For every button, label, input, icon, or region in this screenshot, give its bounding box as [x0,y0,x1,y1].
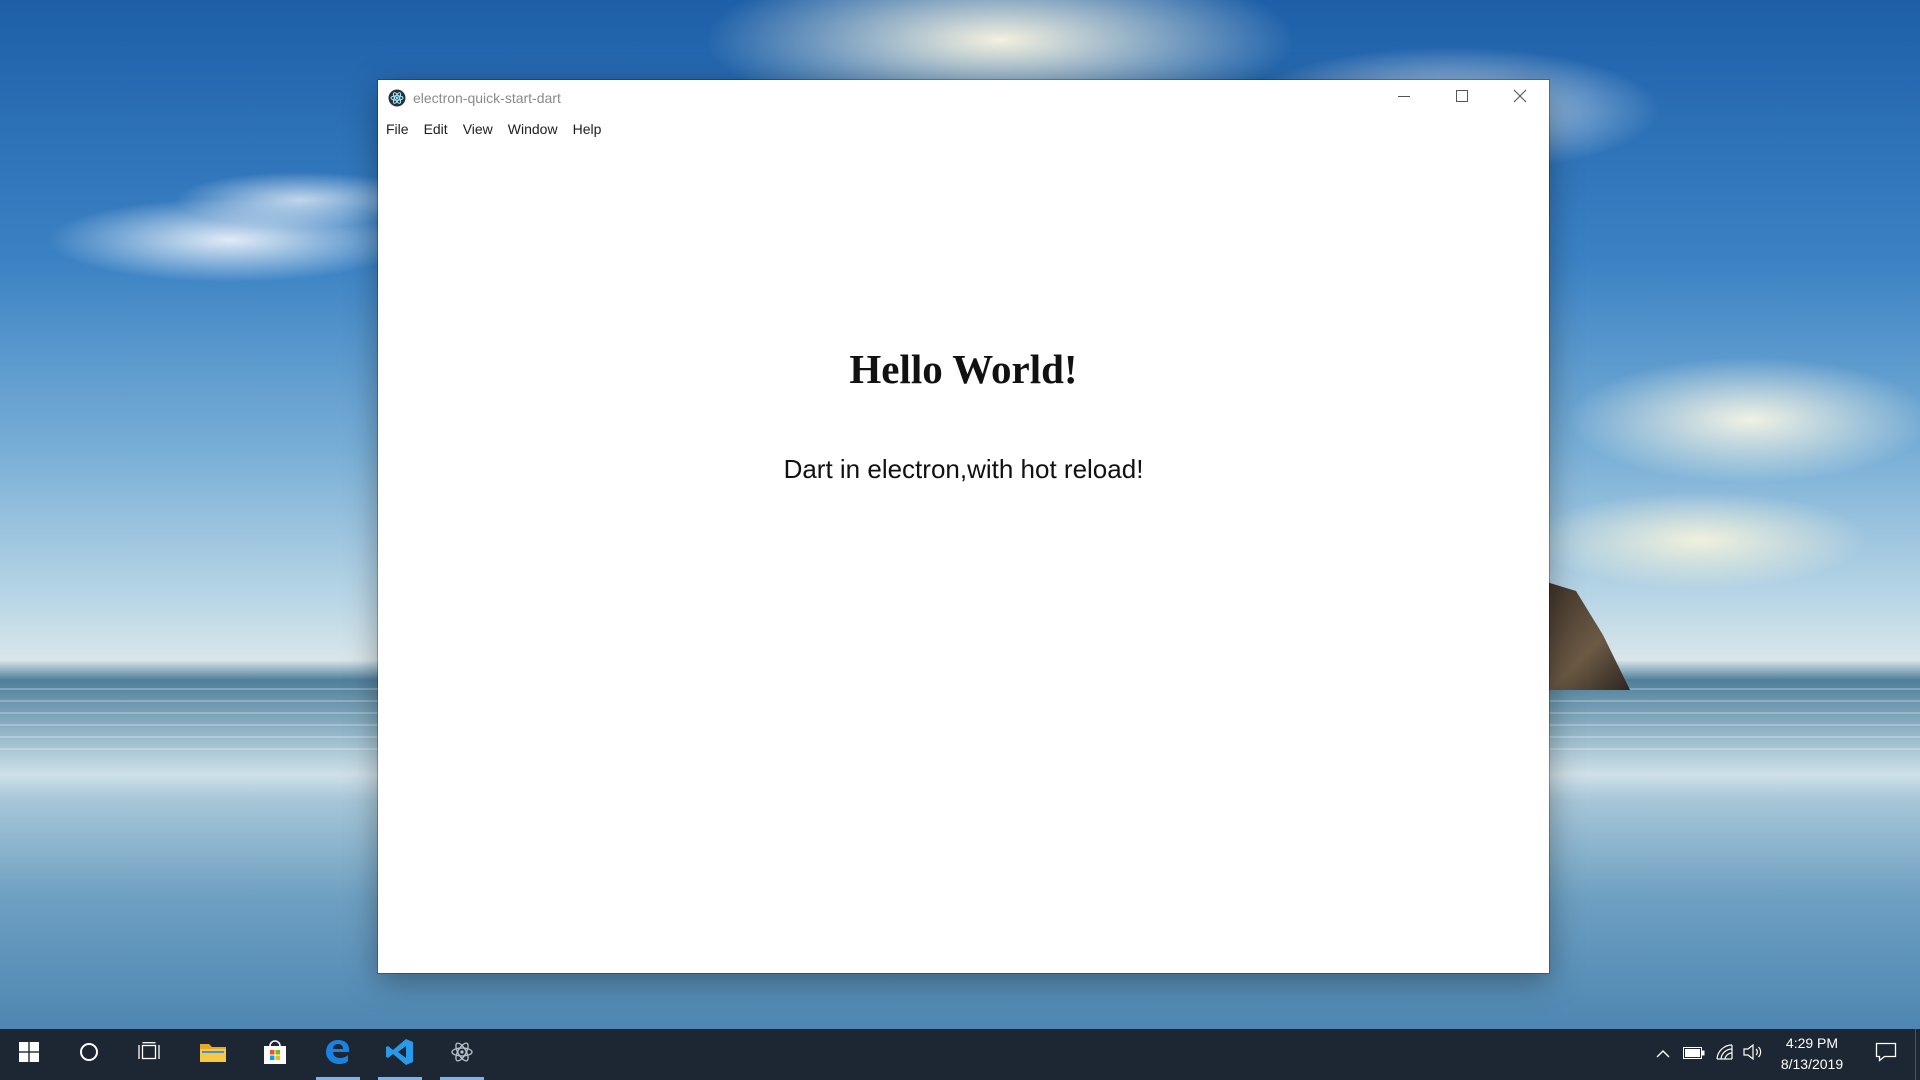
store-bag-icon [262,1039,288,1070]
chevron-up-icon [1656,1046,1670,1064]
page-content: Hello World! Dart in electron,with hot r… [378,142,1549,973]
battery-icon [1683,1046,1705,1064]
network-status[interactable] [1712,1029,1738,1080]
taskbar: 4:29 PM 8/13/2019 [0,1029,1920,1080]
action-center-button[interactable] [1866,1029,1906,1080]
cortana-circle-icon [79,1042,99,1067]
vscode-icon [386,1038,414,1071]
task-view-icon [138,1042,160,1067]
wallpaper-rock [1540,580,1630,690]
close-button[interactable] [1491,80,1549,116]
task-view-button[interactable] [123,1029,175,1080]
maximize-button[interactable] [1433,80,1491,116]
menu-edit[interactable]: Edit [416,117,455,141]
menu-view[interactable]: View [455,117,500,141]
maximize-icon [1456,89,1468,107]
start-button[interactable] [3,1029,55,1080]
windows-logo-icon [19,1042,39,1067]
cortana-button[interactable] [63,1029,115,1080]
volume-icon [1743,1043,1763,1065]
menu-help[interactable]: Help [565,117,609,141]
electron-icon [450,1040,474,1069]
page-heading: Hello World! [849,346,1078,392]
title-bar[interactable]: electron-quick-start-dart [378,80,1549,116]
show-hidden-icons-button[interactable] [1652,1029,1674,1080]
system-clock[interactable]: 4:29 PM 8/13/2019 [1764,1033,1860,1075]
minimize-button[interactable] [1375,80,1433,116]
vscode-button[interactable] [374,1029,426,1080]
action-center-icon [1875,1042,1897,1067]
show-desktop-button[interactable] [1915,1029,1920,1080]
menu-file[interactable]: File [378,117,416,141]
window-title: electron-quick-start-dart [413,90,561,106]
page-subtext: Dart in electron,with hot reload! [783,454,1144,484]
minimize-icon [1398,89,1410,107]
file-explorer-button[interactable] [187,1029,239,1080]
edge-browser-button[interactable] [312,1029,364,1080]
electron-icon [388,89,406,107]
edge-icon [324,1038,352,1071]
close-icon [1513,89,1527,108]
clock-time: 4:29 PM [1785,1035,1839,1051]
microsoft-store-button[interactable] [249,1029,301,1080]
menu-window[interactable]: Window [500,117,565,141]
folder-icon [199,1040,227,1069]
menu-bar: File Edit View Window Help [378,116,1549,142]
app-window: electron-quick-start-dart File Edit View… [378,80,1549,973]
volume-control[interactable] [1740,1029,1766,1080]
electron-app-button[interactable] [436,1029,488,1080]
wifi-icon [1715,1044,1735,1065]
clock-date: 8/13/2019 [1780,1056,1844,1072]
battery-status[interactable] [1680,1029,1708,1080]
